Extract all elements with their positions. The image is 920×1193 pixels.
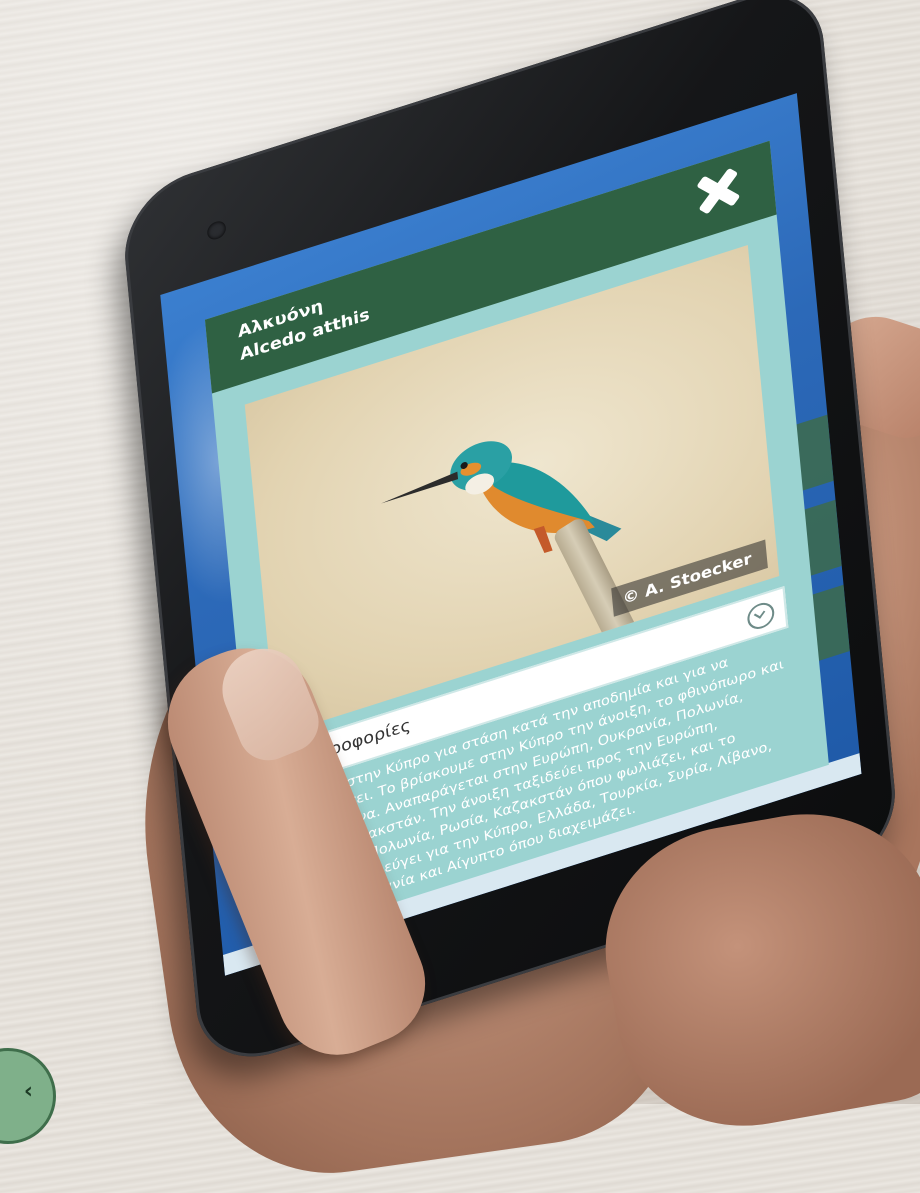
download-icon[interactable] (746, 599, 776, 633)
close-icon[interactable] (690, 159, 746, 223)
chevron-left-icon: ‹ (23, 1079, 33, 1104)
